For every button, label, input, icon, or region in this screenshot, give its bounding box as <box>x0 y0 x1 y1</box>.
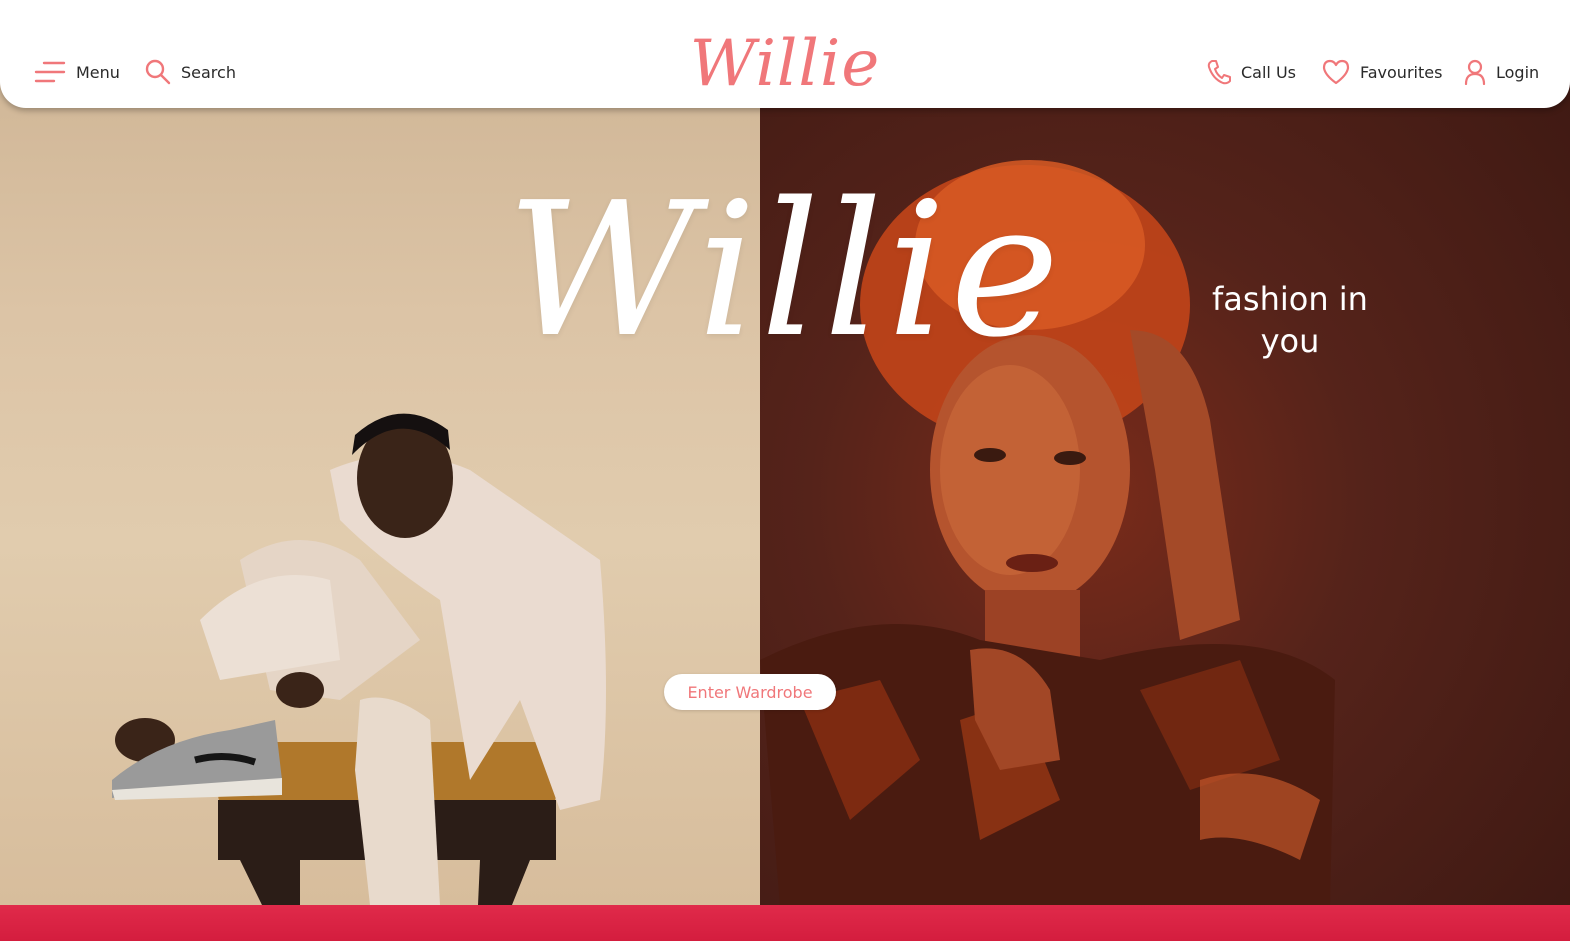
female-model-image <box>760 160 1335 905</box>
hero-left-panel <box>0 0 760 905</box>
menu-label: Menu <box>76 62 120 82</box>
hamburger-menu-icon <box>34 60 66 84</box>
phone-icon <box>1207 59 1231 85</box>
hero-right-panel <box>760 0 1570 905</box>
brand-logo[interactable]: Willie <box>660 22 910 106</box>
login-label: Login <box>1496 62 1540 82</box>
search-label: Search <box>181 62 236 82</box>
top-navigation-bar: Menu Search Willie Call Us Favourites Lo… <box>0 0 1570 108</box>
call-us-button[interactable]: Call Us <box>1207 58 1296 86</box>
login-button[interactable]: Login <box>1464 58 1539 86</box>
search-icon <box>145 59 171 85</box>
bottom-accent-bar <box>0 905 1570 941</box>
enter-wardrobe-button[interactable]: Enter Wardrobe <box>664 674 836 710</box>
search-button[interactable]: Search <box>145 58 236 86</box>
page: Menu Search Willie Call Us Favourites Lo… <box>0 0 1570 941</box>
heart-icon <box>1322 59 1350 85</box>
male-model-image <box>112 413 606 905</box>
call-us-label: Call Us <box>1241 62 1296 82</box>
hero-logo: Willie <box>506 162 1064 378</box>
hero-banner <box>0 0 1570 905</box>
favourites-label: Favourites <box>1360 62 1443 82</box>
menu-button[interactable]: Menu <box>34 58 120 86</box>
user-icon <box>1464 59 1486 85</box>
hero-tagline: fashion in you <box>1212 280 1368 360</box>
favourites-button[interactable]: Favourites <box>1322 58 1442 86</box>
